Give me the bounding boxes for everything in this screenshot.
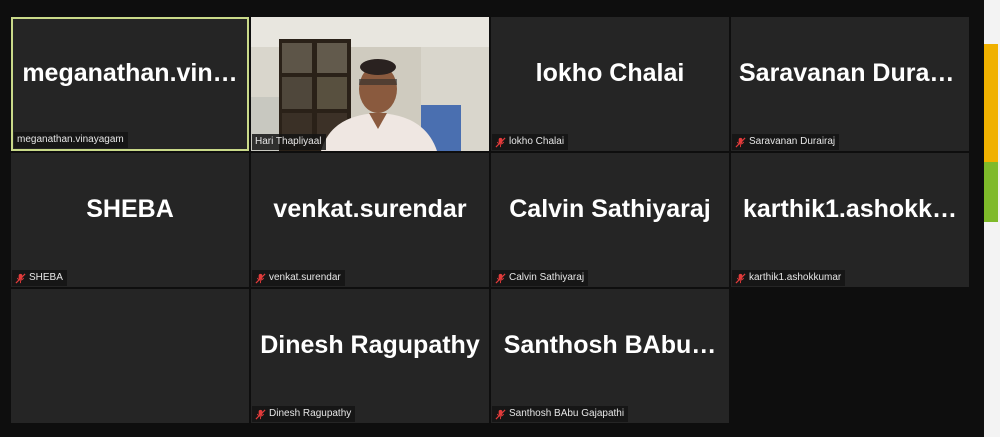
participant-name-label: Santhosh BAbu Gajapathi — [492, 406, 629, 422]
participant-label-text: karthik1.ashokkumar — [749, 272, 842, 283]
participant-tile[interactable]: SHEBA SHEBA — [11, 153, 249, 287]
participant-tile[interactable]: Dinesh Ragupathy Dinesh Ragupathy — [251, 289, 489, 423]
participant-name-display: Dinesh Ragupathy — [260, 330, 480, 359]
participant-tile[interactable]: meganathan.vin… meganathan.vinayagam — [11, 17, 249, 151]
participant-name-label: karthik1.ashokkumar — [732, 270, 846, 286]
participant-name-display: Saravanan Durai… — [739, 58, 961, 87]
mic-muted-icon — [15, 272, 26, 284]
mic-muted-icon — [735, 272, 746, 284]
empty-tile — [11, 289, 249, 423]
participant-label-text: Saravanan Durairaj — [749, 136, 836, 147]
participant-name-display: SHEBA — [86, 194, 174, 223]
participant-name-label: Hari Thapliyaal — [252, 134, 326, 150]
participant-name-label: Calvin Sathiyaraj — [492, 270, 589, 286]
participant-name-display: meganathan.vin… — [22, 58, 238, 87]
mic-muted-icon — [495, 272, 506, 284]
participant-name-display: Calvin Sathiyaraj — [509, 194, 711, 223]
participant-name-display: karthik1.ashokk… — [743, 194, 957, 223]
participant-name-display: venkat.surendar — [273, 194, 467, 223]
participant-name-display: lokho Chalai — [535, 58, 685, 87]
scrollbar-thumb[interactable] — [984, 44, 998, 162]
mic-muted-icon — [495, 136, 506, 148]
participant-name-label: Dinesh Ragupathy — [252, 406, 356, 422]
participant-label-text: Calvin Sathiyaraj — [509, 272, 585, 283]
participant-label-text: Hari Thapliyaal — [255, 136, 322, 147]
participant-label-text: Santhosh BAbu Gajapathi — [509, 408, 625, 419]
participant-video-feed — [251, 17, 489, 151]
mic-muted-icon — [255, 272, 266, 284]
participant-label-text: meganathan.vinayagam — [17, 134, 124, 145]
participant-tile[interactable]: Calvin Sathiyaraj Calvin Sathiyaraj — [491, 153, 729, 287]
participant-name-label: meganathan.vinayagam — [14, 132, 128, 148]
participant-tile[interactable]: karthik1.ashokk… karthik1.ashokkumar — [731, 153, 969, 287]
participant-name-display: Santhosh BAbu… — [503, 330, 717, 359]
participant-tile[interactable]: venkat.surendar venkat.surendar — [251, 153, 489, 287]
gallery-view: meganathan.vin… meganathan.vinayagam Har… — [0, 0, 984, 437]
participant-tile-video[interactable]: Hari Thapliyaal — [251, 17, 489, 151]
mic-muted-icon — [495, 408, 506, 420]
mic-muted-icon — [735, 136, 746, 148]
participant-name-label: venkat.surendar — [252, 270, 345, 286]
participant-label-text: venkat.surendar — [269, 272, 341, 283]
participant-name-label: Saravanan Durairaj — [732, 134, 840, 150]
participant-tile[interactable]: Saravanan Durai… Saravanan Durairaj — [731, 17, 969, 151]
participant-label-text: SHEBA — [29, 272, 63, 283]
scrollbar-accent — [984, 162, 998, 222]
participant-label-text: lokho Chalai — [509, 136, 565, 147]
participant-name-label: SHEBA — [12, 270, 67, 286]
mic-muted-icon — [255, 408, 266, 420]
participant-tile[interactable]: lokho Chalai lokho Chalai — [491, 17, 729, 151]
participant-name-label: lokho Chalai — [492, 134, 569, 150]
empty-tile — [731, 289, 969, 423]
participant-tile[interactable]: Santhosh BAbu… Santhosh BAbu Gajapathi — [491, 289, 729, 423]
participant-label-text: Dinesh Ragupathy — [269, 408, 352, 419]
vertical-scrollbar[interactable] — [984, 0, 1000, 437]
